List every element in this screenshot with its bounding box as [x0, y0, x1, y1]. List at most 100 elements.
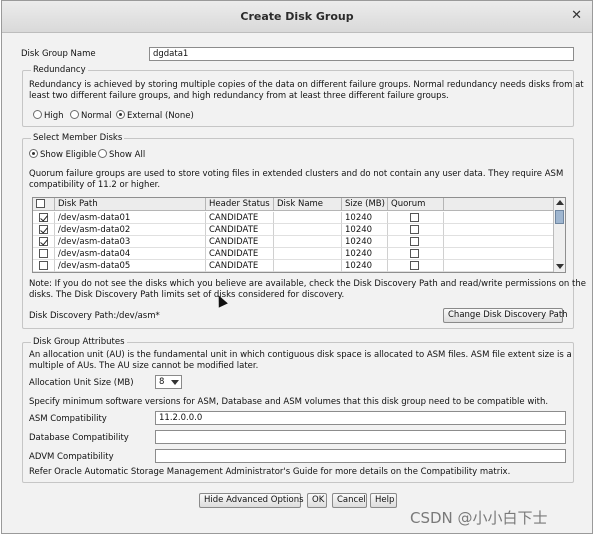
redundancy-option-external[interactable]: External (None)	[116, 110, 194, 121]
attributes-legend: Disk Group Attributes	[31, 337, 127, 347]
table-row[interactable]: /dev/asm-data03 CANDIDATE 10240	[33, 236, 554, 248]
refer-note: Refer Oracle Automatic Storage Managemen…	[29, 467, 511, 477]
disk-path-cell: /dev/asm-data03	[55, 236, 206, 248]
checkbox-checked-icon	[39, 213, 48, 222]
row-select-checkbox[interactable]	[33, 224, 55, 236]
discovery-note-1: Note: If you do not see the disks which …	[29, 279, 586, 289]
au-note-1: An allocation unit (AU) is the fundament…	[29, 350, 572, 360]
db-compat-input[interactable]	[155, 430, 566, 444]
size-cell: 10240	[342, 212, 388, 224]
disk-path-cell: /dev/asm-data01	[55, 212, 206, 224]
compat-note: Specify minimum software versions for AS…	[29, 397, 549, 407]
table-row[interactable]: /dev/asm-data05 CANDIDATE 10240	[33, 260, 554, 272]
disk-path-cell: /dev/asm-data05	[55, 260, 206, 272]
checkbox-icon	[39, 261, 48, 270]
row-select-checkbox[interactable]	[33, 212, 55, 224]
asm-compat-label: ASM Compatibility	[29, 414, 107, 424]
quorum-checkbox[interactable]	[388, 236, 444, 248]
table-row[interactable]: /dev/asm-data01 CANDIDATE 10240	[33, 212, 554, 224]
au-size-label: Allocation Unit Size (MB)	[29, 378, 134, 388]
title-bar: Create Disk Group ✕	[2, 1, 592, 33]
create-disk-group-dialog: Create Disk Group ✕ Disk Group Name dgda…	[1, 0, 593, 534]
redundancy-description-1: Redundancy is achieved by storing multip…	[29, 80, 584, 90]
disk-path-cell: /dev/asm-data02	[55, 224, 206, 236]
dialog-title: Create Disk Group	[240, 10, 354, 23]
cancel-button[interactable]: Cancel	[332, 493, 367, 508]
checkbox-icon	[36, 199, 45, 208]
checkbox-icon	[410, 237, 419, 246]
checkbox-icon	[410, 249, 419, 258]
radio-selected-icon	[116, 110, 125, 119]
table-scrollbar[interactable]	[553, 198, 565, 272]
filter-show-eligible[interactable]: Show Eligible	[29, 149, 96, 160]
filler-cell	[444, 248, 554, 260]
quorum-checkbox[interactable]	[388, 212, 444, 224]
advm-compat-input[interactable]	[155, 449, 566, 463]
column-header-quorum[interactable]: Quorum	[388, 198, 444, 211]
quorum-checkbox[interactable]	[388, 260, 444, 272]
redundancy-option-normal[interactable]: Normal	[70, 110, 112, 121]
quorum-checkbox[interactable]	[388, 248, 444, 260]
au-note-2: multiple of AUs. The AU size cannot be m…	[29, 361, 259, 371]
table-row[interactable]: /dev/asm-data02 CANDIDATE 10240	[33, 224, 554, 236]
row-select-checkbox[interactable]	[33, 260, 55, 272]
column-header-header-status[interactable]: Header Status	[206, 198, 274, 211]
scroll-up-icon[interactable]	[556, 200, 564, 205]
scroll-down-icon[interactable]	[556, 264, 564, 269]
filler-cell	[444, 260, 554, 272]
size-cell: 10240	[342, 236, 388, 248]
row-select-checkbox[interactable]	[33, 236, 55, 248]
chevron-down-icon	[171, 380, 179, 385]
discovery-path-label: Disk Discovery Path:/dev/asm*	[29, 311, 160, 321]
checkbox-icon	[410, 225, 419, 234]
size-cell: 10240	[342, 248, 388, 260]
checkbox-checked-icon	[39, 237, 48, 246]
filler-cell	[444, 236, 554, 248]
checkbox-icon	[410, 213, 419, 222]
radio-icon	[70, 110, 79, 119]
filler-cell	[444, 224, 554, 236]
disk-group-name-input[interactable]: dgdata1	[149, 47, 574, 61]
discovery-note-2: disks. The Disk Discovery Path limits se…	[29, 290, 345, 300]
radio-icon	[33, 110, 42, 119]
radio-icon	[98, 149, 107, 158]
filter-show-all[interactable]: Show All	[98, 149, 145, 160]
checkbox-icon	[39, 249, 48, 258]
header-status-cell: CANDIDATE	[206, 236, 274, 248]
au-size-select[interactable]: 8	[155, 375, 182, 389]
advm-compat-label: ADVM Compatibility	[29, 452, 114, 462]
header-status-cell: CANDIDATE	[206, 248, 274, 260]
db-compat-label: Database Compatibility	[29, 433, 129, 443]
quorum-checkbox[interactable]	[388, 224, 444, 236]
redundancy-option-high[interactable]: High	[33, 110, 64, 121]
column-header-size[interactable]: Size (MB)	[342, 198, 388, 211]
asm-compat-input[interactable]: 11.2.0.0.0	[155, 411, 566, 425]
disk-table: Disk Path Header Status Disk Name Size (…	[32, 197, 566, 273]
change-discovery-path-button[interactable]: Change Disk Discovery Path	[443, 308, 568, 323]
header-select-all[interactable]	[33, 198, 55, 211]
disk-path-cell: /dev/asm-data04	[55, 248, 206, 260]
header-status-cell: CANDIDATE	[206, 212, 274, 224]
header-status-cell: CANDIDATE	[206, 260, 274, 272]
scroll-thumb[interactable]	[555, 210, 564, 224]
ok-button[interactable]: OK	[307, 493, 327, 508]
row-select-checkbox[interactable]	[33, 248, 55, 260]
table-row[interactable]: /dev/asm-data04 CANDIDATE 10240	[33, 248, 554, 260]
column-header-filler	[444, 198, 554, 211]
disk-group-name-label: Disk Group Name	[21, 49, 96, 59]
disk-name-cell	[274, 260, 342, 272]
hide-advanced-options-button[interactable]: Hide Advanced Options	[199, 493, 304, 508]
size-cell: 10240	[342, 260, 388, 272]
radio-selected-icon	[29, 149, 38, 158]
redundancy-legend: Redundancy	[31, 65, 88, 75]
disk-name-cell	[274, 236, 342, 248]
quorum-note-1: Quorum failure groups are used to store …	[29, 169, 564, 179]
checkbox-checked-icon	[39, 225, 48, 234]
member-disks-legend: Select Member Disks	[31, 133, 125, 143]
column-header-disk-name[interactable]: Disk Name	[274, 198, 342, 211]
close-icon[interactable]: ✕	[571, 8, 582, 23]
checkbox-icon	[410, 261, 419, 270]
help-button[interactable]: Help	[370, 493, 397, 508]
disk-name-cell	[274, 212, 342, 224]
column-header-disk-path[interactable]: Disk Path	[55, 198, 206, 211]
